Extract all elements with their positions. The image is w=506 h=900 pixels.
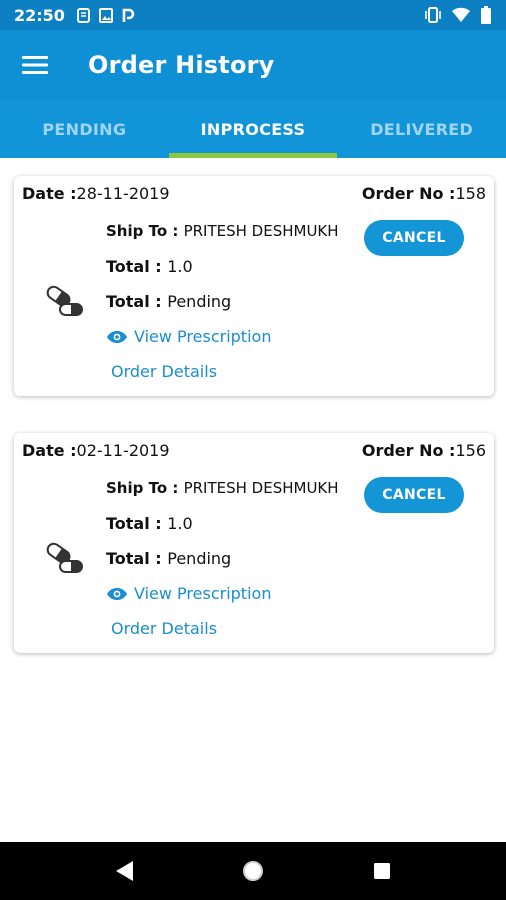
order-label: Order No :	[361, 441, 456, 460]
order-number-value: 158	[455, 184, 486, 203]
order-number: Order No :156	[362, 441, 486, 460]
status-time: 22:50	[14, 5, 65, 25]
eye-icon	[107, 330, 127, 343]
total-status-value: Pending	[167, 549, 232, 568]
total-amount: Total : 1.0	[106, 257, 193, 276]
order-card: Date :28-11-2019 Order No :158 Ship To :…	[14, 176, 494, 396]
ship-to: Ship To : PRITESH DESHMUKH	[106, 222, 339, 240]
ship-to-label: Ship To :	[106, 479, 184, 497]
order-date: Date :02-11-2019	[22, 441, 170, 460]
image-icon	[98, 7, 113, 23]
order-number: Order No :158	[362, 184, 486, 203]
order-label: Order No :	[361, 184, 456, 203]
wifi-icon	[452, 7, 470, 23]
back-button[interactable]	[104, 851, 144, 891]
total-label: Total :	[106, 514, 168, 533]
status-bar: 22:50	[0, 0, 506, 30]
date-value: 28-11-2019	[76, 184, 170, 203]
back-triangle-icon	[116, 861, 134, 881]
total-label: Total :	[106, 292, 168, 311]
page-title: Order History	[88, 51, 275, 79]
total-label: Total :	[106, 257, 168, 276]
capsule-icon	[46, 285, 83, 316]
order-details-link[interactable]: Order Details	[111, 362, 217, 381]
ship-to-label: Ship To :	[106, 222, 184, 240]
total-value: 1.0	[167, 514, 193, 533]
system-nav-bar	[0, 842, 506, 900]
total-label: Total :	[106, 549, 168, 568]
ship-to-value: PRITESH DESHMUKH	[183, 479, 339, 497]
ship-to: Ship To : PRITESH DESHMUKH	[106, 479, 339, 497]
view-prescription-label: View Prescription	[134, 327, 272, 346]
date-label: Date :	[22, 184, 77, 203]
battery-icon	[481, 6, 491, 24]
view-prescription-label: View Prescription	[134, 584, 272, 603]
hamburger-menu-icon	[22, 56, 48, 74]
order-card: Date :02-11-2019 Order No :156 Ship To :…	[14, 433, 494, 653]
home-button[interactable]	[233, 851, 273, 891]
tab-delivered[interactable]: DELIVERED	[337, 100, 506, 158]
menu-button[interactable]	[0, 30, 70, 100]
order-tabs: PENDING INPROCESS DELIVERED	[0, 100, 506, 158]
tab-inprocess[interactable]: INPROCESS	[168, 100, 338, 158]
total-status: Total : Pending	[106, 549, 231, 568]
notification-icon	[76, 7, 90, 23]
app-bar: Order History	[0, 30, 506, 100]
home-circle-icon	[242, 861, 263, 881]
total-status: Total : Pending	[106, 292, 231, 311]
ship-to-value: PRITESH DESHMUKH	[183, 222, 339, 240]
date-label: Date :	[22, 441, 77, 460]
p-icon	[122, 8, 135, 22]
cancel-button[interactable]: CANCEL	[364, 220, 464, 256]
recents-square-icon	[373, 863, 390, 879]
recents-button[interactable]	[362, 851, 402, 891]
order-date: Date :28-11-2019	[22, 184, 170, 203]
view-prescription-link[interactable]: View Prescription	[106, 584, 271, 603]
eye-icon	[107, 587, 127, 600]
total-amount: Total : 1.0	[106, 514, 193, 533]
order-details-link[interactable]: Order Details	[111, 619, 217, 638]
order-number-value: 156	[455, 441, 486, 460]
total-value: 1.0	[167, 257, 193, 276]
cancel-button[interactable]: CANCEL	[364, 477, 464, 513]
vibrate-icon	[425, 7, 441, 23]
capsule-icon	[46, 542, 83, 573]
view-prescription-link[interactable]: View Prescription	[106, 327, 271, 346]
tab-pending[interactable]: PENDING	[0, 100, 169, 158]
total-status-value: Pending	[167, 292, 232, 311]
date-value: 02-11-2019	[76, 441, 170, 460]
